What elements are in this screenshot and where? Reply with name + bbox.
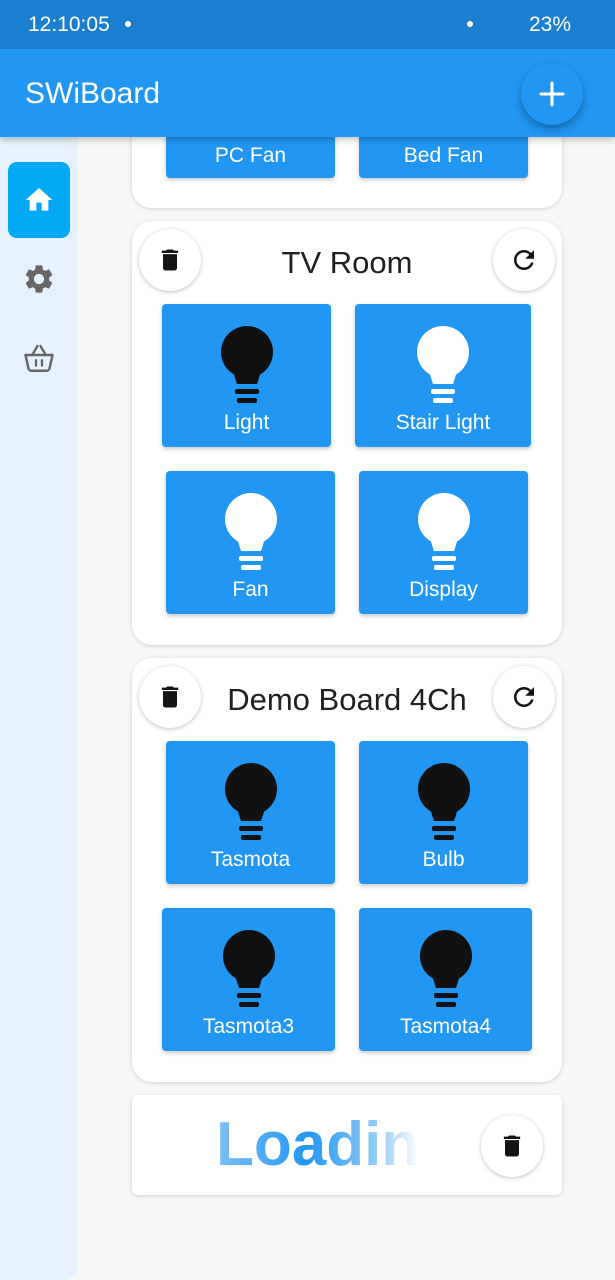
switch-button[interactable]: Bulb xyxy=(359,741,528,884)
status-bar: 12:10:05 23% xyxy=(0,0,615,49)
app-bar: SWiBoard xyxy=(0,49,615,137)
switch-label: Bed Fan xyxy=(403,144,484,167)
refresh-icon xyxy=(514,687,534,707)
switch-label: Light xyxy=(223,411,270,434)
lightbulb-icon xyxy=(417,493,470,570)
trash-icon xyxy=(503,1135,521,1157)
gear-icon xyxy=(25,265,53,293)
lightbulb-icon xyxy=(417,326,469,403)
switch-label: Stair Light xyxy=(395,411,491,434)
switch-label: Tasmota4 xyxy=(399,1015,492,1038)
notification-dot-icon xyxy=(125,21,131,27)
switch-button[interactable]: Tasmota3 xyxy=(162,908,335,1051)
switch-button[interactable]: Display xyxy=(359,471,528,614)
switch-label: PC Fan xyxy=(214,144,287,167)
loading-board-card: Loadin xyxy=(132,1095,562,1195)
loading-text: Loadin xyxy=(216,1110,420,1179)
lightbulb-icon xyxy=(224,493,277,570)
switch-button[interactable]: Tasmota xyxy=(166,741,335,884)
notification-dot-icon xyxy=(467,21,473,27)
nav-settings[interactable] xyxy=(8,241,70,317)
plus-icon xyxy=(539,81,565,107)
switch-button[interactable]: PC Fan xyxy=(166,134,335,178)
refresh-board-button[interactable] xyxy=(493,229,555,291)
switch-button[interactable]: Bed Fan xyxy=(359,134,528,178)
switch-label: Tasmota3 xyxy=(202,1015,295,1038)
refresh-icon xyxy=(514,250,534,270)
board-card: Demo Board 4Ch Tasmota Bulb Tasmota3 Tas… xyxy=(132,658,562,1082)
switch-label: Fan xyxy=(232,578,269,601)
lightbulb-icon xyxy=(417,763,470,840)
switch-button[interactable]: Tasmota4 xyxy=(359,908,532,1051)
switch-label: Bulb xyxy=(422,848,465,871)
switch-button[interactable]: Light xyxy=(162,304,331,447)
nav-home[interactable] xyxy=(8,162,70,238)
lightbulb-icon xyxy=(220,326,273,403)
switch-label: Tasmota xyxy=(210,848,291,871)
app-title: SWiBoard xyxy=(25,77,161,110)
switch-label: Display xyxy=(409,578,478,601)
switch-button[interactable]: Stair Light xyxy=(355,304,531,447)
lightbulb-icon xyxy=(224,763,277,840)
basket-icon xyxy=(24,344,54,372)
refresh-board-button[interactable] xyxy=(493,666,555,728)
nav-store[interactable] xyxy=(8,320,70,396)
delete-board-button[interactable] xyxy=(481,1115,543,1177)
lightbulb-icon xyxy=(419,930,472,1007)
board-card: TV Room Light Stair Light Fan Display xyxy=(132,221,562,645)
navigation-rail xyxy=(0,137,78,1280)
status-time: 12:10:05 xyxy=(28,13,110,36)
switch-button[interactable]: Fan xyxy=(166,471,335,614)
lightbulb-icon xyxy=(222,930,275,1007)
battery-level: 23% xyxy=(528,13,571,36)
add-board-button[interactable] xyxy=(521,63,583,125)
home-icon xyxy=(25,188,53,211)
